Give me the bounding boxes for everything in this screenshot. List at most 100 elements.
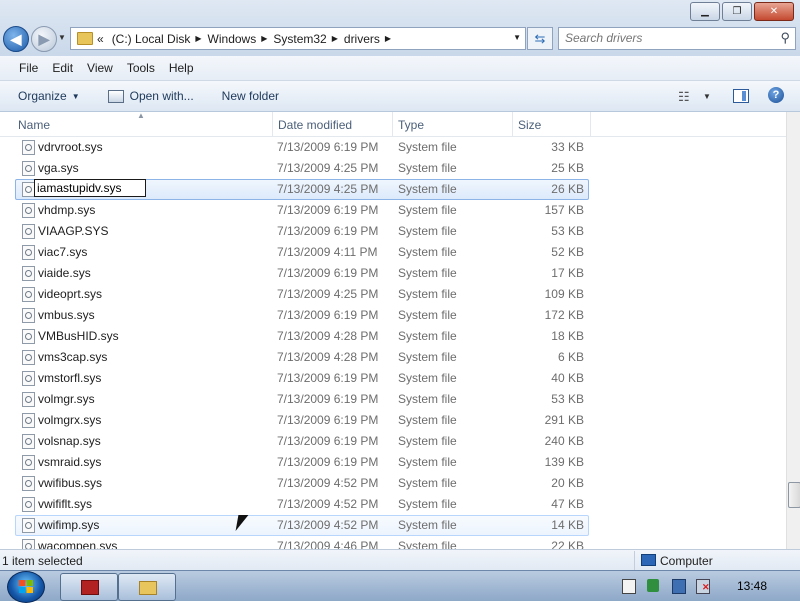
file-size: 240 KB bbox=[544, 434, 584, 448]
new-folder-button[interactable]: New folder bbox=[214, 89, 287, 103]
address-bar[interactable]: « (C:) Local Disk ▶ Windows ▶ System32 ▶… bbox=[70, 27, 526, 50]
search-icon[interactable]: ⚲ bbox=[780, 30, 790, 46]
open-with-button[interactable]: Open with... bbox=[100, 89, 202, 103]
file-size: 6 KB bbox=[557, 350, 584, 364]
table-row[interactable]: vga.sys 7/13/2009 4:25 PM System file 25 KB bbox=[0, 158, 786, 179]
recent-pages-dropdown[interactable]: ▼ bbox=[58, 33, 66, 42]
breadcrumb-overflow[interactable]: « bbox=[97, 32, 104, 46]
file-name: vwififlt.sys bbox=[38, 497, 92, 511]
file-date-modified: 7/13/2009 6:19 PM bbox=[277, 413, 379, 427]
back-button[interactable]: ◀ bbox=[3, 26, 29, 52]
column-divider[interactable] bbox=[512, 112, 513, 136]
column-type[interactable]: Type bbox=[398, 118, 424, 132]
table-row[interactable]: vwifimp.sys 7/13/2009 4:52 PM System file 1… bbox=[0, 515, 786, 536]
table-row[interactable]: vwififlt.sys 7/13/2009 4:52 PM System file… bbox=[0, 494, 786, 515]
start-button[interactable] bbox=[7, 571, 45, 603]
menu-tools[interactable]: Tools bbox=[120, 61, 162, 75]
table-row[interactable]: wacompen.sys 7/13/2009 4:46 PM System file… bbox=[0, 536, 786, 549]
chevron-down-icon[interactable]: ▼ bbox=[703, 92, 711, 101]
table-row[interactable]: vsmraid.sys 7/13/2009 6:19 PM System file 1… bbox=[0, 452, 786, 473]
table-row[interactable]: vms3cap.sys 7/13/2009 4:28 PM System file 6… bbox=[0, 347, 786, 368]
file-date-modified: 7/13/2009 6:19 PM bbox=[277, 434, 379, 448]
table-row[interactable]: VIAAGP.SYS 7/13/2009 6:19 PM System file 53… bbox=[0, 221, 786, 242]
notification-icon[interactable] bbox=[622, 579, 636, 594]
breadcrumb-drivers[interactable]: drivers ▶ bbox=[344, 32, 397, 46]
breadcrumb-local-disk[interactable]: (C:) Local Disk ▶ bbox=[112, 32, 208, 46]
table-row[interactable]: volmgrx.sys 7/13/2009 6:19 PM System file 2… bbox=[0, 410, 786, 431]
taskbar-explorer-button[interactable] bbox=[118, 573, 176, 601]
chevron-right-icon[interactable]: ▶ bbox=[195, 34, 201, 43]
table-row[interactable]: vhdmp.sys 7/13/2009 6:19 PM System file 157… bbox=[0, 200, 786, 221]
forward-button[interactable]: ▶ bbox=[31, 26, 57, 52]
close-button[interactable]: ✕ bbox=[754, 2, 794, 21]
table-row[interactable]: vwifibus.sys 7/13/2009 4:52 PM System file… bbox=[0, 473, 786, 494]
search-box[interactable]: ⚲ bbox=[558, 27, 796, 50]
column-divider[interactable] bbox=[590, 112, 591, 136]
preview-pane-icon[interactable] bbox=[733, 89, 749, 103]
system-file-icon bbox=[22, 245, 35, 260]
views-icon[interactable]: ☷ bbox=[678, 89, 690, 105]
table-row[interactable]: vmbus.sys 7/13/2009 6:19 PM System file 172… bbox=[0, 305, 786, 326]
scrollbar-thumb[interactable] bbox=[788, 482, 800, 508]
menu-edit[interactable]: Edit bbox=[45, 61, 80, 75]
table-row[interactable]: volsnap.sys 7/13/2009 6:19 PM System file 2… bbox=[0, 431, 786, 452]
help-icon[interactable]: ? bbox=[768, 87, 784, 103]
table-row[interactable]: volmgr.sys 7/13/2009 6:19 PM System file 53… bbox=[0, 389, 786, 410]
file-size: 22 KB bbox=[551, 539, 584, 549]
file-rows: vdrvroot.sys 7/13/2009 6:19 PM System file… bbox=[0, 137, 786, 549]
system-file-icon bbox=[22, 140, 35, 155]
file-size: 53 KB bbox=[551, 392, 584, 406]
table-row[interactable]: 7/13/2009 4:25 PM System file 26 KB bbox=[0, 179, 786, 200]
system-file-icon bbox=[22, 518, 35, 533]
column-divider[interactable] bbox=[392, 112, 393, 136]
column-size[interactable]: Size bbox=[518, 118, 541, 132]
file-name: wacompen.sys bbox=[38, 539, 118, 549]
file-size: 291 KB bbox=[544, 413, 584, 427]
column-date-modified[interactable]: Date modified bbox=[278, 118, 352, 132]
menu-help[interactable]: Help bbox=[162, 61, 201, 75]
column-divider[interactable] bbox=[272, 112, 273, 136]
file-type: System file bbox=[398, 203, 457, 217]
file-size: 47 KB bbox=[551, 497, 584, 511]
system-file-icon bbox=[22, 497, 35, 512]
table-row[interactable]: vdrvroot.sys 7/13/2009 6:19 PM System file… bbox=[0, 137, 786, 158]
selection-status: 1 item selected bbox=[2, 554, 83, 568]
chevron-right-icon[interactable]: ▶ bbox=[385, 34, 391, 43]
system-file-icon bbox=[22, 434, 35, 449]
chevron-right-icon[interactable]: ▶ bbox=[332, 34, 338, 43]
chevron-right-icon[interactable]: ▶ bbox=[261, 34, 267, 43]
network-icon[interactable] bbox=[672, 579, 686, 594]
taskbar-app-button[interactable] bbox=[60, 573, 118, 601]
file-size: 25 KB bbox=[551, 161, 584, 175]
column-name[interactable]: Name bbox=[18, 118, 50, 132]
system-file-icon bbox=[22, 224, 35, 239]
vertical-scrollbar[interactable] bbox=[786, 112, 800, 549]
table-row[interactable]: viac7.sys 7/13/2009 4:11 PM System file 52 … bbox=[0, 242, 786, 263]
breadcrumb-system32[interactable]: System32 ▶ bbox=[273, 32, 344, 46]
minimize-button[interactable]: ▁ bbox=[690, 2, 720, 21]
volume-muted-icon[interactable] bbox=[696, 579, 710, 594]
chevron-down-icon: ▼ bbox=[71, 91, 80, 101]
menu-view[interactable]: View bbox=[80, 61, 120, 75]
maximize-button[interactable]: ❐ bbox=[722, 2, 752, 21]
organize-button[interactable]: Organize ▼ bbox=[10, 89, 88, 103]
table-row[interactable]: VMBusHID.sys 7/13/2009 4:28 PM System file… bbox=[0, 326, 786, 347]
menu-bar: File Edit View Tools Help bbox=[0, 56, 800, 81]
breadcrumb-windows[interactable]: Windows ▶ bbox=[208, 32, 274, 46]
file-size: 52 KB bbox=[551, 245, 584, 259]
clock[interactable]: 13:48 bbox=[737, 579, 767, 593]
table-row[interactable]: vmstorfl.sys 7/13/2009 6:19 PM System file… bbox=[0, 368, 786, 389]
file-type: System file bbox=[398, 182, 457, 196]
file-date-modified: 7/13/2009 6:19 PM bbox=[277, 455, 379, 469]
refresh-button[interactable]: ⇆ bbox=[527, 27, 553, 50]
table-row[interactable]: videoprt.sys 7/13/2009 4:25 PM System file… bbox=[0, 284, 786, 305]
file-size: 14 KB bbox=[551, 518, 584, 532]
sort-ascending-icon: ▲ bbox=[137, 112, 145, 120]
rename-input[interactable] bbox=[34, 179, 146, 197]
search-input[interactable] bbox=[559, 28, 771, 47]
table-row[interactable]: viaide.sys 7/13/2009 6:19 PM System file 17… bbox=[0, 263, 786, 284]
file-size: 157 KB bbox=[544, 203, 584, 217]
menu-file[interactable]: File bbox=[12, 61, 45, 75]
chevron-down-icon[interactable]: ▼ bbox=[513, 33, 521, 42]
action-center-icon[interactable] bbox=[647, 579, 659, 592]
